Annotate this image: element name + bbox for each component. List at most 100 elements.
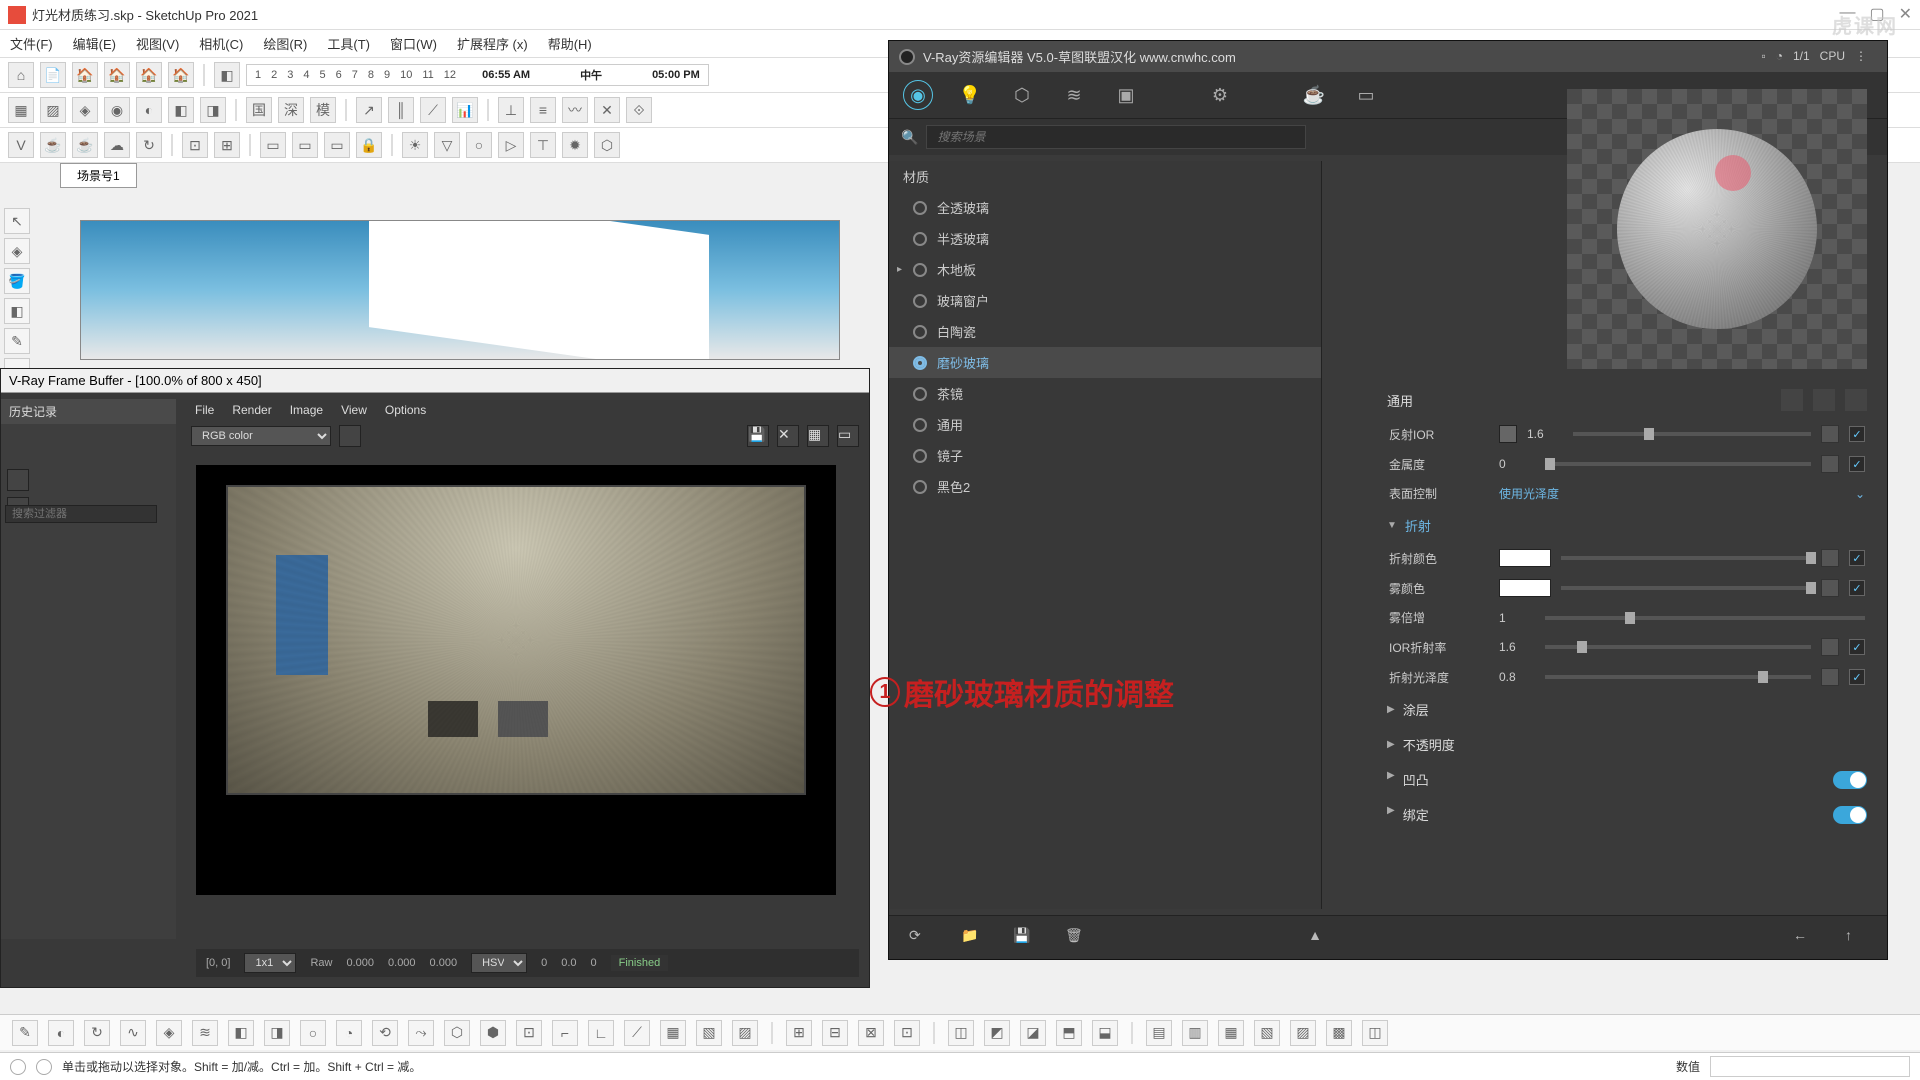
fog-color-swatch[interactable] (1499, 579, 1551, 597)
sb-icon2[interactable] (36, 1059, 52, 1075)
scene-tab[interactable]: 场景号1 (60, 163, 137, 188)
menu-help[interactable]: 帮助(H) (548, 34, 592, 53)
eraser-icon[interactable]: ◧ (4, 298, 30, 324)
menu-window[interactable]: 窗口(W) (390, 34, 437, 53)
material-item[interactable]: 镜子 (889, 440, 1321, 471)
vfb-region-icon[interactable]: ▭ (837, 425, 859, 447)
mesh-light-icon[interactable]: ⬡ (594, 132, 620, 158)
refr-ior-value[interactable]: 1.6 (1499, 640, 1535, 654)
bt-35[interactable]: ▨ (1290, 1020, 1316, 1046)
section-bind[interactable]: ▶绑定 (1385, 797, 1869, 832)
tb2-8[interactable]: 国 (246, 97, 272, 123)
bt-7[interactable]: ◧ (228, 1020, 254, 1046)
render-mode[interactable]: CPU (1820, 49, 1845, 63)
vfb-grid-select[interactable]: 1x1 (244, 953, 296, 973)
tb2-7[interactable]: ◨ (200, 97, 226, 123)
bump-toggle[interactable] (1833, 771, 1867, 789)
bt-23[interactable]: ⊟ (822, 1020, 848, 1046)
vfb-mode-select[interactable]: HSV (471, 953, 527, 973)
vfb-history-head[interactable]: 历史记录 (1, 399, 176, 424)
bt-36[interactable]: ▩ (1326, 1020, 1352, 1046)
section-bump[interactable]: ▶凹凸 (1385, 762, 1869, 797)
ies-light-icon[interactable]: ⊤ (530, 132, 556, 158)
tb3-11[interactable]: 🔒 (356, 132, 382, 158)
material-item[interactable]: 磨砂玻璃 (889, 347, 1321, 378)
vray-logo-icon[interactable]: V (8, 132, 34, 158)
house1-icon[interactable]: 🏠 (72, 62, 98, 88)
house4-icon[interactable]: 🏠 (168, 62, 194, 88)
tab-frame-icon[interactable]: ▭ (1351, 80, 1381, 110)
bt-28[interactable]: ◪ (1020, 1020, 1046, 1046)
fog-chk[interactable]: ✓ (1849, 580, 1865, 596)
bt-37[interactable]: ◫ (1362, 1020, 1388, 1046)
bt-4[interactable]: ∿ (120, 1020, 146, 1046)
trash-icon[interactable]: 🗑 (1065, 927, 1087, 949)
menu-tools[interactable]: 工具(T) (327, 34, 370, 53)
material-item[interactable]: 通用 (889, 409, 1321, 440)
teapot2-icon[interactable]: ☕ (72, 132, 98, 158)
bt-24[interactable]: ⊠ (858, 1020, 884, 1046)
back-icon[interactable]: ← (1793, 927, 1815, 949)
sketchup-viewport[interactable] (80, 220, 840, 360)
tb2-11[interactable]: ↗ (356, 97, 382, 123)
refr-ior-chk[interactable]: ✓ (1849, 639, 1865, 655)
refresh-icon[interactable]: ⟳ (909, 927, 931, 949)
material-item[interactable]: 玻璃窗户 (889, 285, 1321, 316)
tab-lights[interactable]: 💡 (955, 80, 985, 110)
rect-light-icon[interactable]: ▽ (434, 132, 460, 158)
bt-5[interactable]: ◈ (156, 1020, 182, 1046)
menu-view[interactable]: 视图(V) (136, 34, 179, 53)
vfb-render-view[interactable] (196, 465, 836, 895)
tb3-6[interactable]: ⊡ (182, 132, 208, 158)
tb2-14[interactable]: 📊 (452, 97, 478, 123)
bt-33[interactable]: ▦ (1218, 1020, 1244, 1046)
sphere-light-icon[interactable]: ○ (466, 132, 492, 158)
bt-17[interactable]: ∟ (588, 1020, 614, 1046)
row-surface[interactable]: 表面控制 使用光泽度 ⌄ (1385, 479, 1869, 508)
menu-camera[interactable]: 相机(C) (199, 34, 243, 53)
material-item[interactable]: 白陶瓷 (889, 316, 1321, 347)
vfb-menu-image[interactable]: Image (290, 403, 323, 417)
home-icon[interactable]: ⌂ (8, 62, 34, 88)
bt-13[interactable]: ⬡ (444, 1020, 470, 1046)
material-item[interactable]: 茶镜 (889, 378, 1321, 409)
bt-3[interactable]: ↻ (84, 1020, 110, 1046)
bt-25[interactable]: ⊡ (894, 1020, 920, 1046)
bt-15[interactable]: ⊡ (516, 1020, 542, 1046)
ior-swatch[interactable] (1499, 425, 1517, 443)
tb2-3[interactable]: ◈ (72, 97, 98, 123)
tb3-10[interactable]: ▭ (324, 132, 350, 158)
bt-19[interactable]: ▦ (660, 1020, 686, 1046)
pencil-icon[interactable]: ✎ (4, 328, 30, 354)
surface-dropdown[interactable]: 使用光泽度 (1499, 485, 1845, 502)
cube-icon[interactable]: ◧ (214, 62, 240, 88)
material-item[interactable]: 黑色2 (889, 471, 1321, 502)
material-preview[interactable] (1567, 89, 1867, 369)
select-icon[interactable]: ↖ (4, 208, 30, 234)
bt-26[interactable]: ◫ (948, 1020, 974, 1046)
ph-t1[interactable] (1781, 389, 1803, 411)
vfb-save-icon[interactable]: 💾 (747, 425, 769, 447)
tb2-10[interactable]: 模 (310, 97, 336, 123)
bt-1[interactable]: ✎ (12, 1020, 38, 1046)
vfb-sphere-icon[interactable] (339, 425, 361, 447)
material-item[interactable]: 全透玻璃 (889, 192, 1321, 223)
bt-12[interactable]: ⤳ (408, 1020, 434, 1046)
tb3-7[interactable]: ⊞ (214, 132, 240, 158)
scene-icon[interactable]: ▲ (1308, 927, 1330, 949)
gloss-chk[interactable]: ✓ (1849, 669, 1865, 685)
save-icon[interactable]: 📄 (40, 62, 66, 88)
bt-30[interactable]: ⬓ (1092, 1020, 1118, 1046)
material-item[interactable]: 半透玻璃 (889, 223, 1321, 254)
bt-10[interactable]: ◔ (336, 1020, 362, 1046)
vfb-delete-icon[interactable]: ✕ (777, 425, 799, 447)
component-icon[interactable]: ◈ (4, 238, 30, 264)
paint-icon[interactable]: 🪣 (4, 268, 30, 294)
bt-2[interactable]: ◐ (48, 1020, 74, 1046)
tb2-16[interactable]: ≡ (530, 97, 556, 123)
fog-mult-slider[interactable] (1545, 616, 1865, 620)
tab-settings[interactable]: ⚙ (1205, 80, 1235, 110)
menu-ext[interactable]: 扩展程序 (x) (457, 34, 528, 53)
bt-34[interactable]: ▧ (1254, 1020, 1280, 1046)
refr-color-slider[interactable] (1561, 556, 1811, 560)
